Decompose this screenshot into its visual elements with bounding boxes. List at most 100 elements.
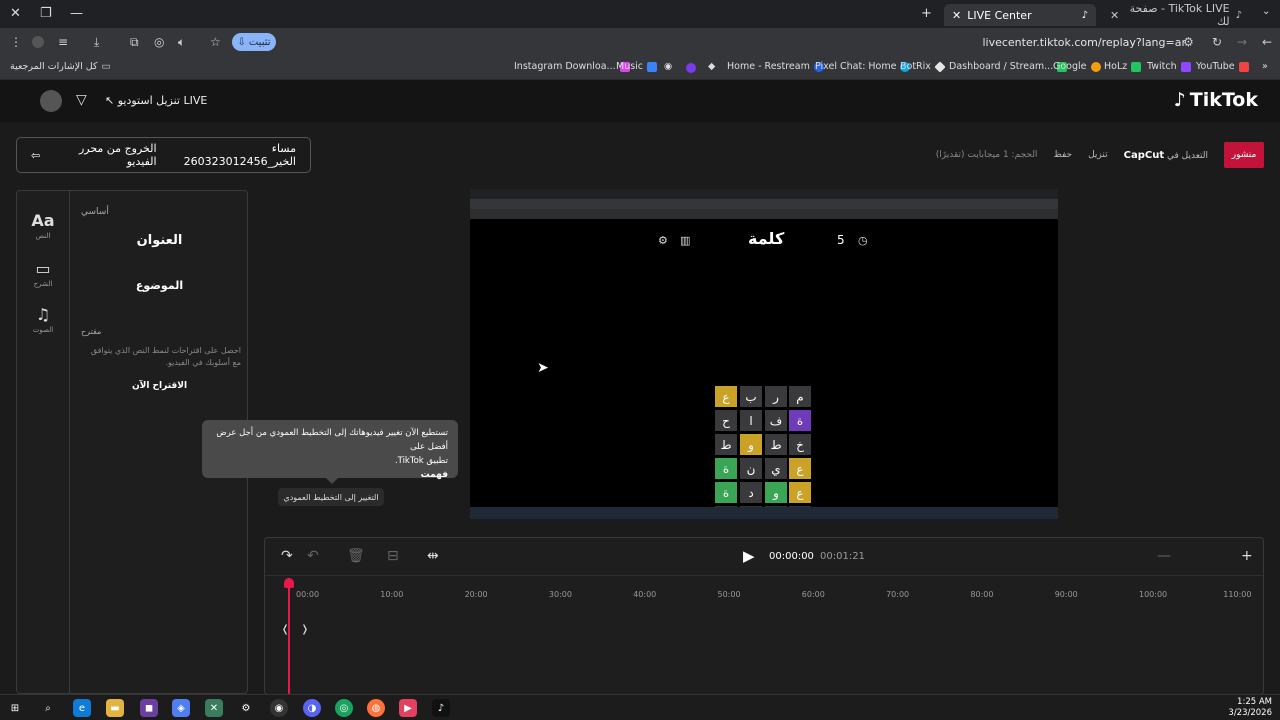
chrome-icon[interactable]: ◎ [335, 699, 353, 717]
avatar[interactable] [40, 90, 62, 112]
download-live-studio-link[interactable]: ↖ تنزيل استوديو LIVE [105, 94, 207, 107]
bookmark-holz[interactable]: HoLz [1104, 61, 1142, 72]
tab-tiktok-live[interactable]: ♪ TikTok LIVE - صفحة لك ✕ [1102, 2, 1250, 28]
publish-button[interactable]: منشور [1224, 142, 1264, 168]
install-button[interactable]: ⇩ تثبيت [232, 33, 276, 51]
play-button[interactable]: ▶ [743, 547, 755, 565]
bookmark-all[interactable]: كل الإشارات المرجعية ▭ [10, 61, 111, 72]
split-icon[interactable]: ⊟ [387, 548, 399, 564]
grid-tile: م [789, 386, 811, 407]
bookmark-label: Pixel Chat: Home [815, 61, 897, 72]
game-counter: 5 [837, 233, 845, 247]
suggest-now-button[interactable]: الاقتراح الآن [70, 381, 249, 391]
bookmark-youtube[interactable]: YouTube [1196, 61, 1249, 72]
exit-editor-button[interactable]: الخروج من محرر الفيديو ⇦ [31, 142, 157, 168]
start-icon[interactable]: ⊞ [6, 699, 24, 717]
delete-icon[interactable]: 🗑︎ [347, 548, 365, 564]
bookmark-botrix[interactable]: BotRix [900, 60, 946, 73]
audio-adjust-icon[interactable]: ⇹ [427, 548, 439, 564]
search-icon[interactable]: ⌕ [39, 699, 57, 717]
rail-item-captions[interactable]: ▭ الشرح [17, 259, 69, 288]
address-bar[interactable]: livecenter.tiktok.com/replay?lang=ar [982, 36, 1186, 49]
rail-item-audio[interactable]: ♫ الصوت [17, 305, 69, 334]
minimize-window-icon[interactable]: — [70, 6, 83, 21]
ext-favicon-icon[interactable]: ◉ [664, 61, 672, 72]
bookmark-instagram[interactable]: Instagram Downloa... [514, 61, 630, 72]
grid-tile: د [740, 482, 762, 503]
ext-favicon-icon[interactable] [686, 63, 696, 73]
bookmark-restream[interactable]: Home - Restream [727, 61, 824, 72]
tiktok-live-studio-icon[interactable]: ▶ [399, 699, 417, 717]
grid-tile: ة [789, 410, 811, 431]
ext-favicon-icon[interactable]: ◆ [708, 61, 715, 72]
tab-close-icon[interactable]: ✕ [952, 9, 961, 22]
undo-icon[interactable]: ↶ [307, 548, 319, 564]
bookmark-star-icon[interactable]: ☆ [210, 35, 221, 49]
bookmark-google[interactable]: Google [1053, 61, 1101, 72]
ruler-tick-label: 70:00 [886, 590, 910, 599]
copilot-icon[interactable]: ◈ [172, 699, 190, 717]
tab-close-icon[interactable]: ✕ [1110, 9, 1119, 22]
restore-window-icon[interactable]: ❐ [40, 6, 52, 21]
trim-left-handle-icon[interactable]: ❬ [281, 624, 289, 635]
bookmark-dashboard[interactable]: Dashboard / Stream... [949, 61, 1068, 72]
install-label: تثبيت [248, 36, 271, 48]
zoom-out-icon[interactable]: — [1157, 548, 1171, 564]
reload-icon[interactable]: ↻ [1212, 35, 1222, 49]
obs-icon[interactable]: ◉ [270, 699, 288, 717]
edit-in-capcut-button[interactable]: التعديل في CapCut [1124, 150, 1208, 161]
tiktok-icon[interactable]: ♪ [432, 699, 450, 717]
redo-icon[interactable]: ↷ [281, 548, 293, 564]
topic-style-option[interactable]: الموضوع [70, 279, 249, 292]
grid-tile: و [765, 482, 787, 503]
title-style-option[interactable]: العنوان [70, 233, 249, 248]
grid-tile: ع [789, 482, 811, 503]
menu-icon[interactable]: ⋮ [10, 35, 22, 49]
settings-icon: ⚙ [658, 234, 668, 247]
brand-name: TikTok [1189, 89, 1258, 111]
xbox-icon[interactable]: ✕ [205, 699, 223, 717]
close-window-icon[interactable]: ✕ [10, 6, 21, 21]
got-it-button[interactable]: فهمت [421, 470, 448, 480]
app-icon[interactable]: ◼ [140, 699, 158, 717]
system-clock[interactable]: 1:25 AM 3/23/2026 [1228, 697, 1272, 719]
more-bookmarks-icon[interactable]: » [1262, 61, 1268, 72]
file-explorer-icon[interactable]: ▬ [106, 699, 124, 717]
edge-icon[interactable]: e [73, 699, 91, 717]
site-settings-icon[interactable]: ⚙ [1183, 35, 1194, 49]
extension-icon[interactable]: ◎ [154, 35, 164, 49]
download-icon[interactable]: ⤓ [94, 35, 99, 50]
rail-item-text[interactable]: Aa النص [17, 211, 69, 240]
folder-icon: ▭ [101, 61, 111, 72]
video-clip-trim[interactable]: ❬ ❭ [281, 612, 309, 646]
bookmark-pixelchat[interactable]: Pixel Chat: Home [815, 61, 911, 72]
zoom-in-icon[interactable]: + [1241, 548, 1253, 564]
tiktok-logo[interactable]: ♪ TikTok [1174, 89, 1258, 111]
playlist-icon[interactable]: ≡ [58, 35, 68, 49]
settings-icon[interactable]: ⚙ [237, 699, 255, 717]
extensions-icon[interactable]: ⧉ [130, 35, 139, 50]
basic-heading: أساسي [81, 207, 109, 217]
switch-to-vertical-button[interactable]: التغيير إلى التخطيط العمودي [278, 488, 384, 506]
volume-icon[interactable]: 🔈︎ [178, 35, 185, 50]
playhead-handle[interactable] [284, 578, 294, 588]
back-icon[interactable]: ← [1262, 35, 1272, 49]
ruler-tick-label: 50:00 [717, 590, 741, 599]
filter-icon[interactable]: ▽ [76, 92, 87, 108]
grid-tile: ع [789, 458, 811, 479]
tab-search-icon[interactable]: ⌄ [1262, 6, 1270, 17]
new-tab-icon[interactable]: + [921, 6, 932, 21]
bookmark-music[interactable]: Music [616, 61, 658, 72]
save-button[interactable]: حفظ [1053, 150, 1072, 160]
video-preview[interactable]: ⚙ ▥ كلمة 5 ◷ مربعةفاحخطوطعينةعودة حجخهعغ… [470, 189, 1058, 519]
trim-right-handle-icon[interactable]: ❭ [301, 624, 309, 635]
firefox-icon[interactable]: ◍ [367, 699, 385, 717]
preview-tab-strip [470, 189, 1058, 199]
exit-label: الخروج من محرر الفيديو [78, 142, 157, 168]
forward-icon[interactable]: → [1237, 35, 1247, 49]
discord-icon[interactable]: ◑ [303, 699, 321, 717]
download-button[interactable]: تنزيل [1088, 150, 1108, 160]
bookmark-twitch[interactable]: Twitch [1147, 61, 1191, 72]
profile-icon[interactable] [32, 36, 44, 48]
tab-live-center[interactable]: ♪ LIVE Center ✕ [944, 4, 1096, 26]
